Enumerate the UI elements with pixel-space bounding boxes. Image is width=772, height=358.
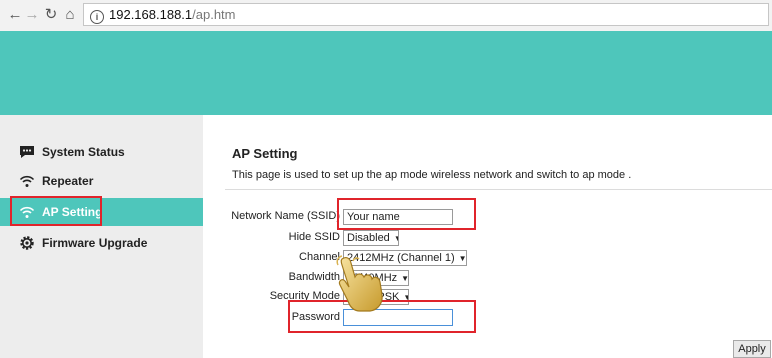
- apply-button[interactable]: Apply: [733, 340, 771, 358]
- hide-ssid-label: Hide SSID: [288, 231, 340, 243]
- address-bar[interactable]: i 192.168.188.1/ap.htm: [83, 3, 769, 26]
- hide-ssid-select[interactable]: Disabled ▼: [343, 230, 399, 246]
- dropdown-arrow-icon: ▼: [458, 254, 467, 263]
- sidebar-item-label: Firmware Upgrade: [42, 236, 148, 250]
- forward-arrow-icon[interactable]: →: [23, 5, 41, 25]
- info-icon[interactable]: i: [90, 10, 104, 24]
- home-icon[interactable]: ⌂: [61, 5, 79, 25]
- dropdown-arrow-icon: ▼: [401, 274, 409, 283]
- ssid-highlight-box: [337, 198, 476, 230]
- ssid-label: Network Name (SSID): [231, 210, 340, 222]
- page-title: AP Setting: [232, 146, 298, 161]
- sidebar-item-repeater[interactable]: Repeater: [0, 167, 203, 195]
- reload-icon[interactable]: ↻: [42, 5, 60, 25]
- divider: [225, 189, 772, 190]
- sidebar-item-label: Repeater: [42, 174, 94, 188]
- url-host: 192.168.188.1: [109, 7, 193, 22]
- header-banner: [0, 31, 772, 115]
- sidebar-item-firmware-upgrade[interactable]: Firmware Upgrade: [0, 229, 203, 257]
- sidebar-item-label: System Status: [42, 145, 125, 159]
- dropdown-arrow-icon: ▼: [394, 234, 398, 243]
- bandwidth-label: Bandwidth: [288, 271, 340, 283]
- gear-icon: [20, 236, 34, 250]
- sidebar: System Status Repeater AP Setting Firmwa…: [0, 115, 203, 358]
- url-path: /ap.htm: [192, 7, 236, 22]
- chat-icon: [20, 146, 34, 158]
- hide-ssid-value: Disabled: [347, 232, 390, 244]
- pointer-hand-icon: [336, 255, 383, 312]
- main-content: AP Setting This page is used to set up t…: [203, 115, 772, 358]
- sidebar-item-system-status[interactable]: System Status: [0, 138, 203, 166]
- browser-toolbar: ← → ↻ ⌂ i 192.168.188.1/ap.htm: [0, 0, 772, 32]
- wifi-icon: [19, 175, 35, 187]
- back-arrow-icon[interactable]: ←: [6, 5, 24, 25]
- page-description: This page is used to set up the ap mode …: [232, 169, 632, 181]
- highlight-box: [10, 196, 102, 226]
